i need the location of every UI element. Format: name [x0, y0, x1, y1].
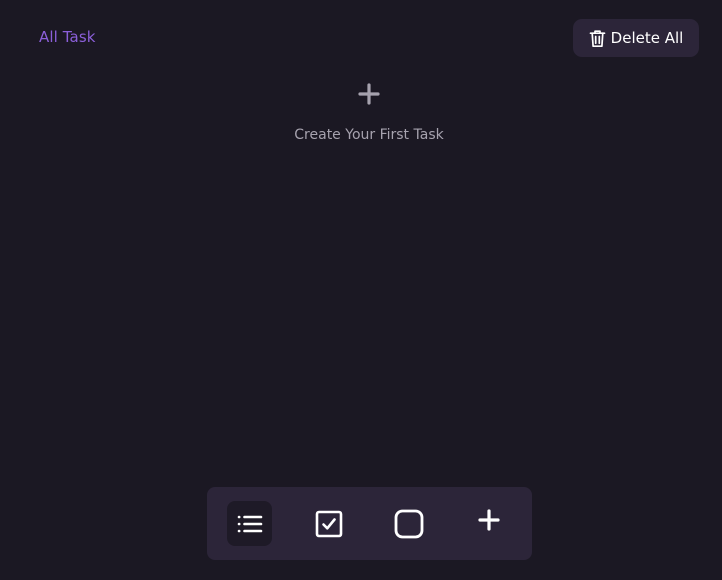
nav-all-tasks-button[interactable] [227, 501, 272, 546]
plus-icon [477, 508, 501, 532]
bottom-nav [207, 487, 532, 560]
checkbox-empty-icon [394, 509, 424, 539]
delete-all-button[interactable]: Delete All [573, 19, 699, 57]
empty-state: Create Your First Task [0, 82, 722, 143]
page-title: All Task [39, 28, 96, 46]
list-icon [237, 513, 263, 535]
delete-all-label: Delete All [610, 29, 684, 47]
checkbox-checked-icon [315, 510, 343, 538]
plus-icon[interactable] [357, 82, 381, 106]
nav-add-task-button[interactable] [466, 497, 511, 542]
empty-state-message: Create Your First Task [294, 127, 444, 143]
nav-completed-tasks-button[interactable] [306, 501, 351, 546]
trash-icon [589, 29, 606, 48]
app-screen: All Task Delete All Create Your First Ta… [0, 0, 722, 580]
nav-pending-tasks-button[interactable] [386, 501, 431, 546]
